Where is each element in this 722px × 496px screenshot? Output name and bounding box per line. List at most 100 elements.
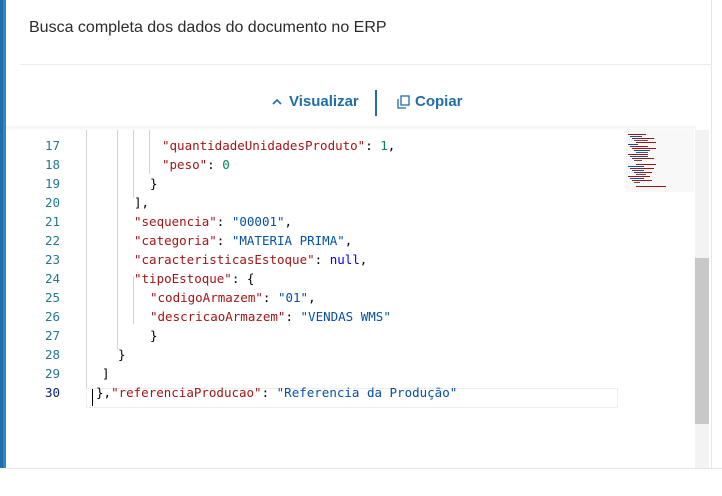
minimap-line [632,138,654,139]
line-number: 29 [44,366,60,381]
line-number: 21 [44,214,60,229]
minimap-line [628,176,650,177]
code-token: , [284,214,293,229]
panel-title: Busca completa dos dados do documento no… [29,19,387,36]
copiar-button[interactable]: Copiar [396,93,463,110]
code-text: "categoria": "MATERIA PRIMA", [134,231,352,250]
code-token: "caracteristicasEstoque" [134,252,315,267]
line-number: 26 [44,309,60,324]
minimap-line [632,158,654,159]
code-text: },"referenciaProducao": "Referencia da P… [96,383,457,402]
code-token: "quantidadeUnidadesProduto" [162,138,366,153]
code-token: "Referencia da Produção" [276,385,458,400]
header-divider [20,64,712,65]
code-text: "peso": 0 [162,155,230,174]
code-token: "categoria" [134,233,217,248]
minimap-line [632,180,652,181]
minimap-line [632,170,644,171]
minimap-line [636,164,656,165]
minimap-line [630,146,648,147]
json-code-editor[interactable]: 17 "quantidadeUnidadesProduto": 1, 18 "peso… [6,130,697,468]
code-line: 19} [6,174,616,193]
minimap-line [634,150,650,151]
code-token: "descricaoArmazem" [150,309,286,324]
code-line: 28} [6,345,616,364]
code-token: null [329,252,360,267]
code-token: : { [231,271,255,286]
code-text: } [150,174,158,193]
minimap-line [628,134,646,135]
code-token: "VENDAS WMS" [300,309,391,324]
code-token: "sequencia" [134,214,217,229]
code-token: "referenciaProducao" [111,385,262,400]
text-cursor [92,389,93,406]
code-token: : [207,157,223,172]
editor-minimap[interactable] [626,130,694,192]
code-token: 1 [380,138,388,153]
code-token: } [118,347,126,362]
code-token: "MATERIA PRIMA" [231,233,345,248]
code-token: : [314,252,330,267]
code-token: , [308,290,316,305]
code-token: } [150,328,158,343]
code-token: : [216,233,232,248]
editor-scrollbar-thumb[interactable] [695,258,709,424]
code-token: : [365,138,381,153]
minimap-line [634,160,642,161]
code-text: ], [134,193,149,212]
code-token: : [285,309,301,324]
code-line: 29] [6,364,616,383]
copiar-label: Copiar [415,93,463,110]
minimap-line [628,144,638,145]
chevron-up-icon [270,95,284,109]
minimap-line [630,156,648,157]
visualizar-label: Visualizar [289,93,359,110]
visualizar-button[interactable]: Visualizar [270,93,359,110]
code-token: "01" [277,290,309,305]
code-token: }, [96,385,112,400]
code-line: 30},"referenciaProducao": "Referencia da… [6,383,616,402]
code-text: ] [102,364,110,383]
code-text: "descricaoArmazem": "VENDAS WMS" [150,307,391,326]
minimap-line [628,154,648,155]
code-token: ], [134,195,150,210]
minimap-line [634,182,640,183]
code-line: 23 "caracteristicasEstoque": null, [6,250,616,269]
editor-toolbar: Visualizar Copiar [0,88,722,118]
line-number: 17 [44,138,60,153]
code-token: , [359,252,368,267]
code-line: 27} [6,326,616,345]
code-token: , [344,233,353,248]
code-text: } [118,345,126,364]
code-token: "tipoEstoque" [134,271,232,286]
code-line: 20], [6,193,616,212]
minimap-line [628,166,644,167]
line-number: 28 [44,347,60,362]
line-number: 27 [44,328,60,343]
code-line: 17 "quantidadeUnidadesProduto": 1, [6,136,616,155]
line-number: 23 [44,252,60,267]
code-token: : [262,290,278,305]
code-text: "codigoArmazem": "01", [150,288,316,307]
code-text: "quantidadeUnidadesProduto": 1, [162,136,395,155]
code-line: 26 "descricaoArmazem": "VENDAS WMS" [6,307,616,326]
line-number: 19 [44,176,60,191]
minimap-line [636,142,656,143]
minimap-line [630,136,642,137]
line-number: 20 [44,195,60,210]
minimap-line [634,172,652,173]
code-text: "tipoEstoque": { [134,269,254,288]
code-text: "caracteristicasEstoque": null, [134,250,367,269]
code-token: ] [102,366,110,381]
minimap-line [636,152,648,153]
code-text: } [150,326,158,345]
line-number: 24 [44,271,60,286]
code-text: "sequencia": "00001", [134,212,292,231]
code-line: 24 "tipoEstoque": { [6,269,616,288]
code-token: 0 [222,157,230,172]
code-token: : [216,214,232,229]
line-number: 25 [44,290,60,305]
code-token: "peso" [162,157,208,172]
line-number: 18 [44,157,60,172]
code-token: "00001" [231,214,285,229]
